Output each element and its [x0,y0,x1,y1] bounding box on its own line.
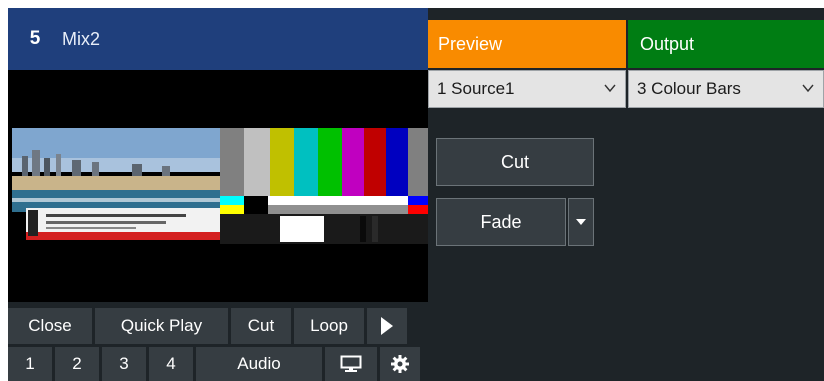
preview-source-value: 1 Source1 [437,79,515,98]
settings-button[interactable] [380,347,420,381]
quick-play-button[interactable]: Quick Play [95,308,228,344]
caret-down-icon [576,219,586,225]
preview-source-select[interactable]: 1 Source1 [428,70,626,108]
cut-transition-button[interactable]: Cut [436,138,594,186]
loop-button[interactable]: Loop [294,308,364,344]
fade-transition-button[interactable]: Fade [436,198,566,246]
monitor-button[interactable] [325,347,377,381]
monitor-icon [340,355,362,373]
play-icon [380,316,394,336]
source-thumbnail [12,128,224,244]
tab-1[interactable]: 1 [8,347,52,381]
output-source-value: 3 Colour Bars [637,79,741,98]
action-bar: Close Quick Play Cut Loop [8,308,428,344]
tab-2[interactable]: 2 [55,347,99,381]
input-tab-bar: 1 2 3 4 Audio [8,347,428,381]
gear-icon [390,354,410,374]
close-button[interactable]: Close [8,308,92,344]
mix-number: 5 [29,28,41,49]
mix-header: 5 Mix2 [8,8,428,70]
fade-options-button[interactable] [568,198,594,246]
output-header: Output [628,20,824,68]
tab-4[interactable]: 4 [149,347,193,381]
colour-bars-preview [220,128,428,244]
preview-header: Preview [428,20,626,68]
mix-output-preview [8,70,428,302]
mix-panel: 5 Mix2 Close Quick Play Cut Loop 1 2 3 4… [8,8,824,381]
mix-name: Mix2 [62,28,101,49]
tab-3[interactable]: 3 [102,347,146,381]
output-source-select[interactable]: 3 Colour Bars [628,70,824,108]
chevron-down-icon [603,81,617,95]
chevron-down-icon [801,81,815,95]
audio-button[interactable]: Audio [196,347,322,381]
cut-action-button[interactable]: Cut [231,308,291,344]
play-button[interactable] [367,308,407,344]
